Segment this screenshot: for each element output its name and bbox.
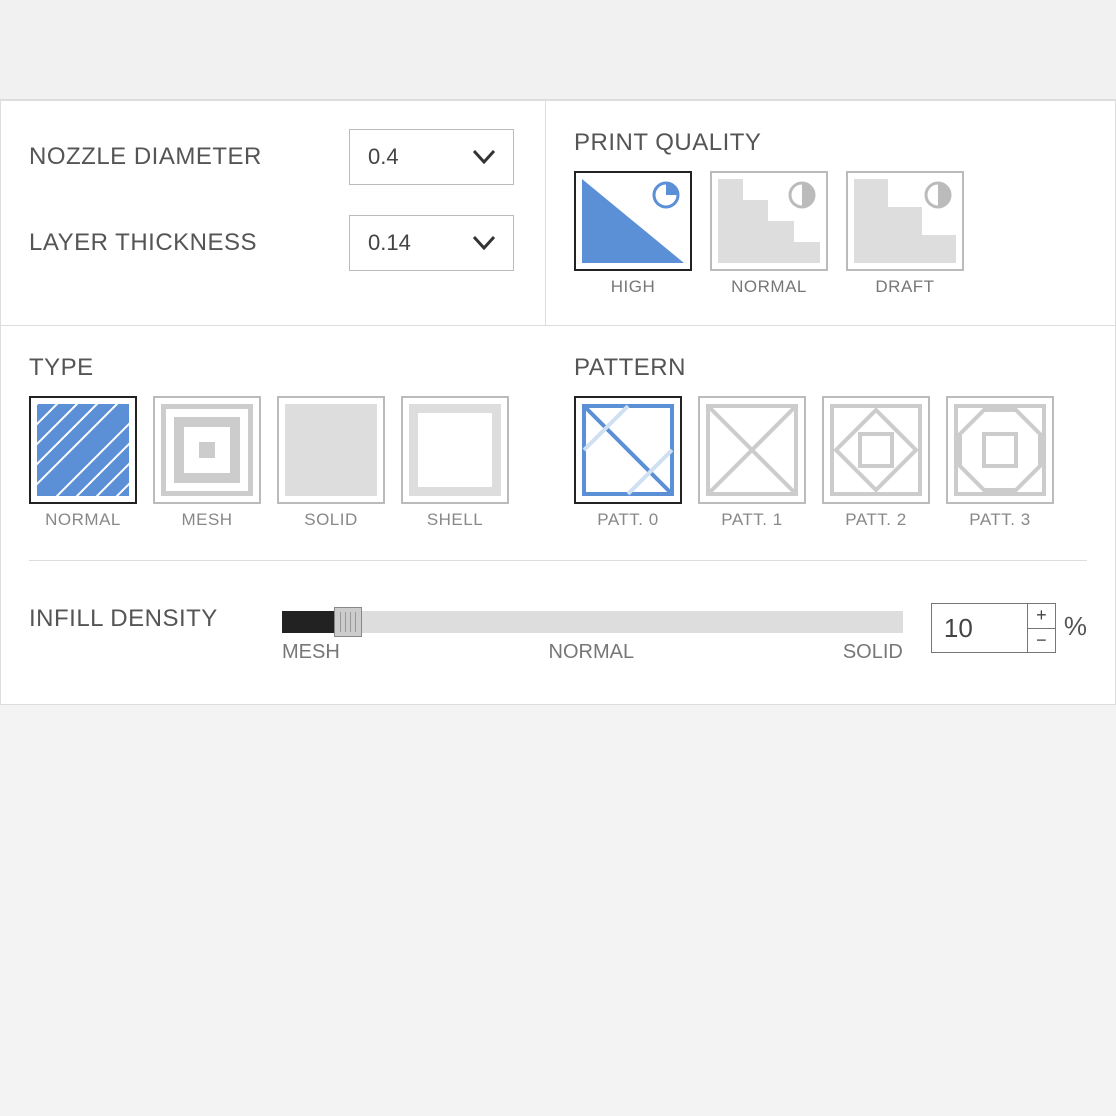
layer-thickness-label: LAYER THICKNESS	[29, 229, 349, 257]
header-spacer	[0, 0, 1116, 100]
quality-option-normal[interactable]	[710, 171, 828, 271]
nozzle-diameter-value: 0.4	[368, 144, 399, 170]
nozzle-diameter-label: NOZZLE DIAMETER	[29, 143, 349, 171]
pattern-label-1: PATT. 1	[698, 510, 806, 530]
type-label-solid: SOLID	[277, 510, 385, 530]
pattern-label-2: PATT. 2	[822, 510, 930, 530]
pattern-option-3[interactable]	[946, 396, 1054, 504]
type-label-mesh: MESH	[153, 510, 261, 530]
type-title: TYPE	[29, 354, 574, 382]
slider-thumb[interactable]	[334, 607, 362, 637]
pattern-option-2[interactable]	[822, 396, 930, 504]
quality-label-high: HIGH	[574, 277, 692, 297]
layer-thickness-select[interactable]: 0.14	[349, 215, 514, 271]
slider-fill	[282, 611, 340, 633]
type-option-shell[interactable]	[401, 396, 509, 504]
print-quality-title: PRINT QUALITY	[574, 129, 1087, 157]
pattern-title: PATTERN	[574, 354, 1087, 382]
chevron-down-icon	[473, 236, 495, 250]
pattern-label-0: PATT. 0	[574, 510, 682, 530]
quality-label-draft: DRAFT	[846, 277, 964, 297]
type-option-mesh[interactable]	[153, 396, 261, 504]
slider-label-min: MESH	[282, 641, 340, 664]
type-label-normal: NORMAL	[29, 510, 137, 530]
infill-density-slider[interactable]	[282, 611, 903, 633]
slider-label-mid: NORMAL	[549, 641, 635, 664]
quality-label-normal: NORMAL	[710, 277, 828, 297]
type-option-solid[interactable]	[277, 396, 385, 504]
pattern-label-3: PATT. 3	[946, 510, 1054, 530]
settings-panel: NOZZLE DIAMETER 0.4 LAYER THICKNESS 0.14	[0, 100, 1116, 705]
divider	[29, 560, 1087, 561]
nozzle-diameter-select[interactable]: 0.4	[349, 129, 514, 185]
pattern-option-0[interactable]	[574, 396, 682, 504]
layer-thickness-value: 0.14	[368, 230, 411, 256]
quality-option-draft[interactable]	[846, 171, 964, 271]
slider-label-max: SOLID	[843, 641, 903, 664]
type-label-shell: SHELL	[401, 510, 509, 530]
type-option-normal[interactable]	[29, 396, 137, 504]
infill-density-input[interactable]: 10 + −	[931, 603, 1056, 653]
infill-density-value: 10	[932, 604, 1027, 652]
spinner-decrement[interactable]: −	[1027, 628, 1055, 653]
infill-density-label: INFILL DENSITY	[29, 591, 254, 633]
quality-option-high[interactable]	[574, 171, 692, 271]
infill-density-unit: %	[1064, 611, 1087, 653]
chevron-down-icon	[473, 150, 495, 164]
spinner-increment[interactable]: +	[1027, 604, 1055, 628]
pattern-option-1[interactable]	[698, 396, 806, 504]
